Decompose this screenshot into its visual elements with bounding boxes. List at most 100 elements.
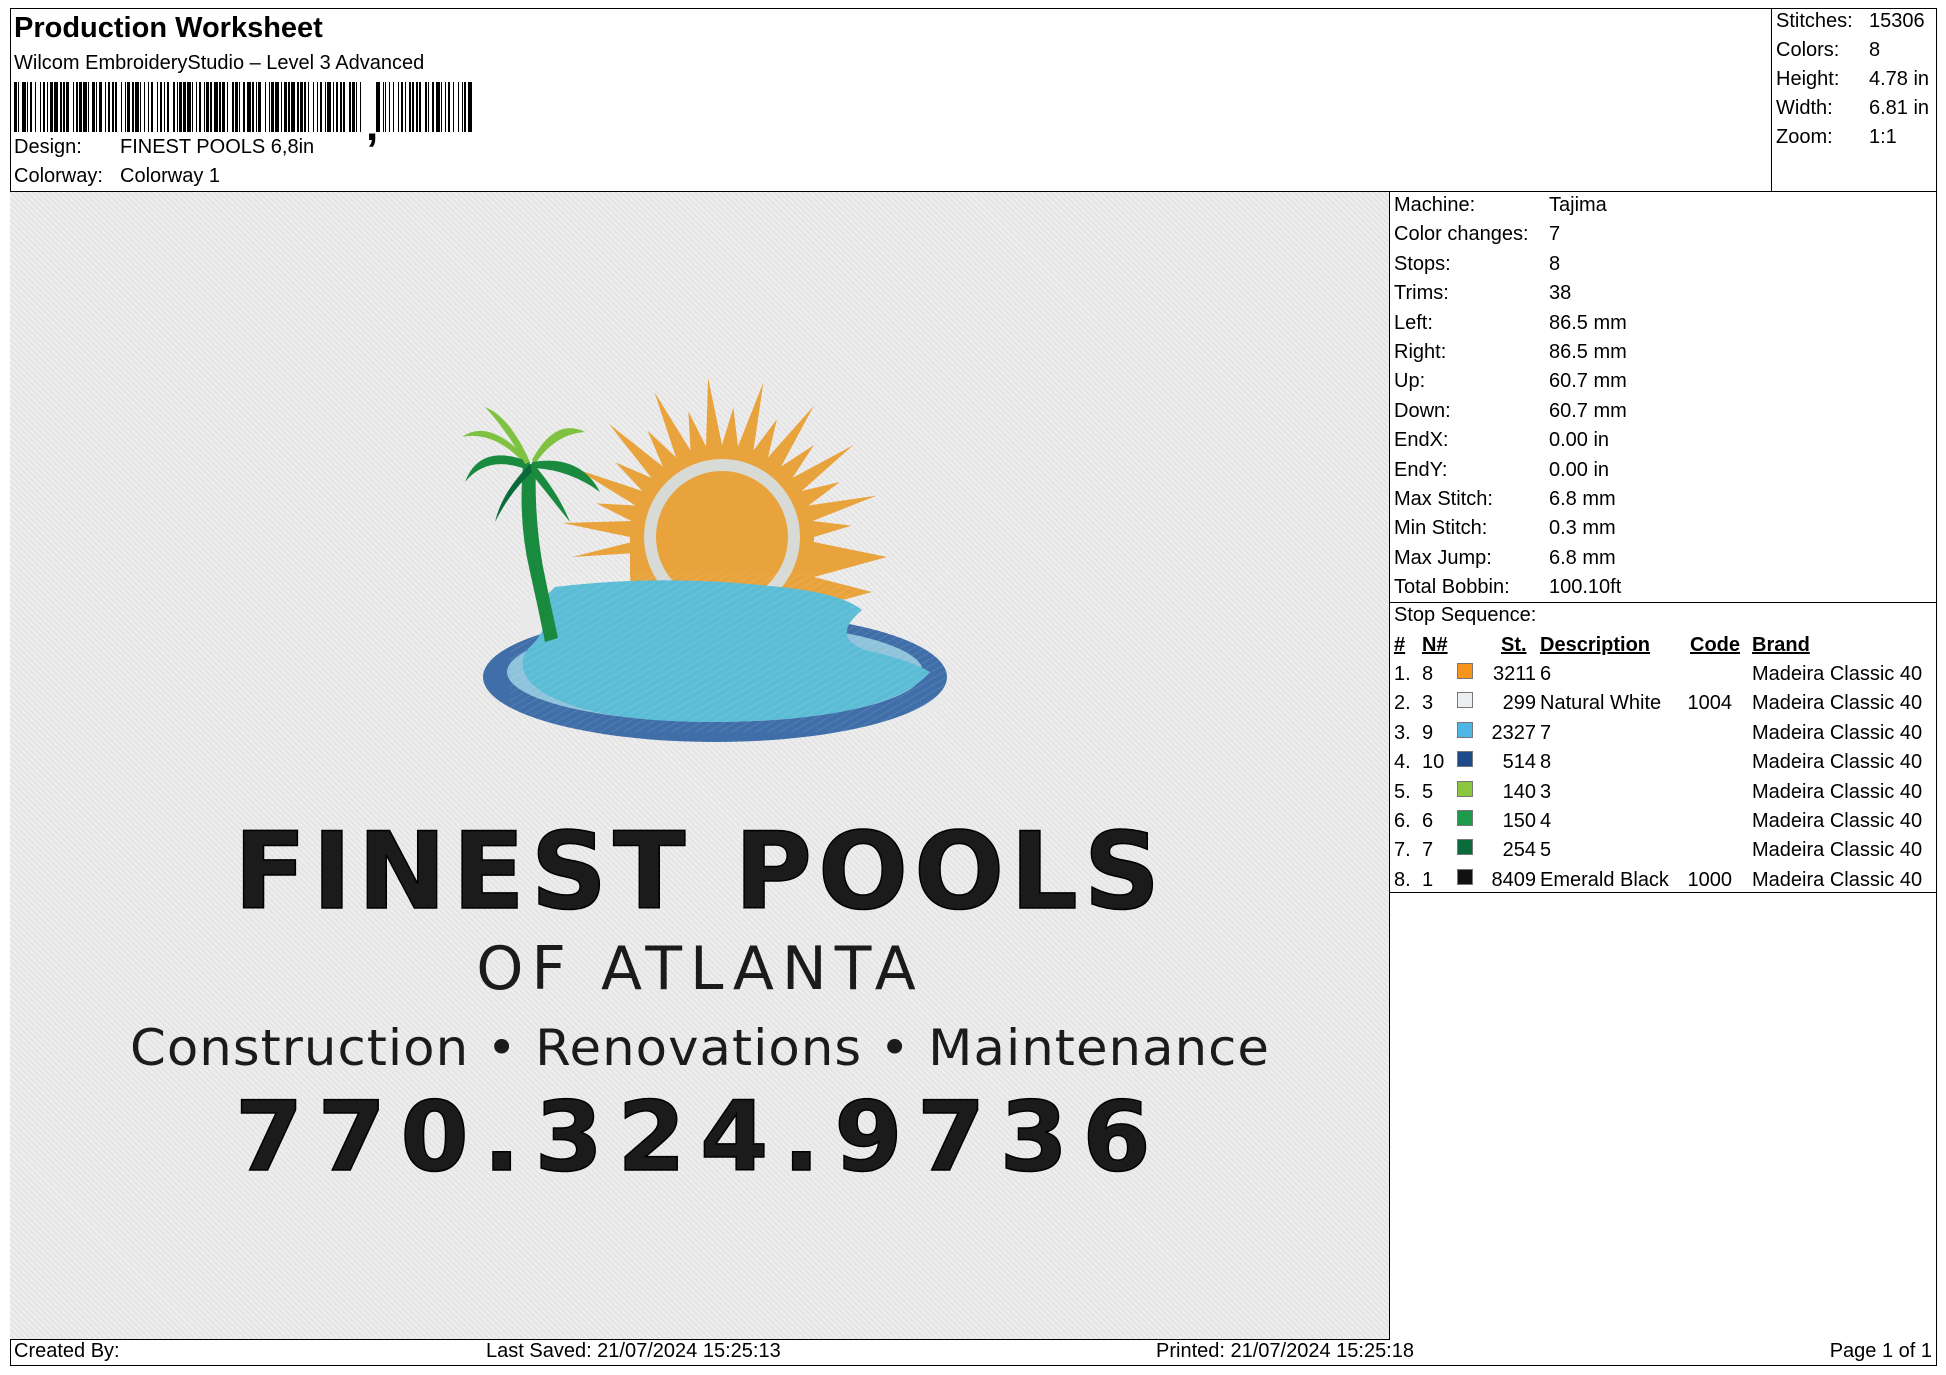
color-swatch	[1457, 721, 1473, 738]
cell-stitches: 254	[1502, 839, 1536, 862]
barcode-bar	[412, 82, 414, 132]
barcode-bar	[290, 82, 295, 132]
barcode-bar	[457, 82, 460, 132]
info-value: 6.8 mm	[1549, 488, 1616, 510]
barcode-bar	[400, 82, 404, 132]
barcode: ,	[14, 82, 473, 148]
barcode-bar	[159, 82, 163, 132]
barcode-bar	[288, 82, 290, 132]
design-text-phone: 770.324.9736	[235, 1081, 1165, 1193]
barcode-bar	[172, 82, 176, 132]
cell-description: Natural White	[1540, 692, 1662, 715]
col-header-needle: N#	[1422, 634, 1448, 656]
barcode-bar	[79, 82, 82, 132]
stop-sequence-title: Stop Sequence:	[1394, 604, 1537, 626]
info-label: Total Bobbin:	[1394, 576, 1510, 599]
machine-info-row: Up: 60.7 mm	[1394, 370, 1627, 393]
barcode-bar	[92, 82, 95, 132]
design-row: Design: FINEST POOLS 6,8in	[14, 136, 314, 159]
barcode-bar	[235, 82, 238, 132]
barcode-bar	[82, 82, 87, 132]
cell-description: 7	[1540, 721, 1552, 744]
cell-description: 3	[1540, 780, 1552, 803]
cell-stitches: 299	[1502, 692, 1536, 715]
last-saved: Last Saved: 21/07/2024 15:25:13	[486, 1340, 781, 1362]
barcode-bar	[132, 82, 134, 132]
barcode-bar	[255, 82, 258, 132]
table-row: 6. 6 150 4 Madeira Classic 40	[1390, 810, 1937, 839]
barcode-bar	[251, 82, 255, 132]
barcode-bar	[342, 82, 346, 132]
barcode-bar	[303, 82, 307, 132]
barcode-bar	[210, 82, 212, 132]
info-value: 8	[1549, 252, 1561, 275]
barcode-bar	[441, 82, 443, 132]
barcode-bar	[66, 82, 69, 132]
cell-description: 6	[1540, 663, 1552, 685]
color-swatch	[1457, 663, 1473, 679]
barcode-bar	[336, 82, 338, 132]
info-value: 7	[1549, 223, 1561, 246]
barcode-bar	[214, 82, 219, 132]
cell-stitches: 8409	[1491, 868, 1537, 891]
barcode-bar	[398, 82, 400, 132]
color-swatch	[1457, 839, 1473, 856]
barcode-bar	[111, 82, 115, 132]
info-value: 38	[1549, 282, 1572, 305]
cell-brand: Madeira Classic 40	[1752, 663, 1923, 685]
machine-info-row: Left: 86.5 mm	[1394, 312, 1627, 335]
table-row: 8. 1 8409 Emerald Black 1000 Madeira Classic …	[1390, 868, 1937, 898]
barcode-bar	[376, 82, 380, 132]
barcode-bar	[120, 82, 122, 132]
design-text-city: OF ATLANTA	[476, 934, 924, 1004]
machine-info-row: Max Jump: 6.8 mm	[1394, 547, 1616, 570]
barcode-bar	[127, 82, 130, 132]
cell-brand: Madeira Classic 40	[1752, 721, 1923, 744]
barcode-bar	[264, 82, 267, 132]
barcode-bar	[313, 82, 315, 132]
barcode-bar	[14, 82, 17, 132]
cell-brand: Madeira Classic 40	[1752, 839, 1923, 862]
barcode-bar	[34, 82, 37, 132]
barcode-bar	[461, 82, 464, 132]
barcode-bar	[72, 82, 74, 132]
printed-date: Printed: 21/07/2024 15:25:18	[1156, 1340, 1414, 1362]
barcode-bar	[408, 82, 412, 132]
cell-description: 5	[1540, 839, 1552, 862]
cell-brand: Madeira Classic 40	[1752, 780, 1923, 803]
barcode-bar	[444, 82, 447, 132]
info-value: 100.10ft	[1549, 576, 1622, 599]
software-name: Wilcom EmbroideryStudio – Level 3 Advanc…	[14, 52, 425, 74]
design-preview: FINEST POOLS OF ATLANTA Construction • R…	[10, 192, 1390, 1340]
barcode-bar	[198, 82, 202, 132]
barcode-bar	[385, 82, 387, 132]
barcode-bar	[27, 82, 29, 132]
barcode-bar	[88, 82, 90, 132]
barcode-bar	[140, 82, 142, 132]
barcode-bar	[183, 82, 186, 132]
cell-code: 1004	[1687, 692, 1733, 715]
barcode-bar	[349, 82, 351, 132]
table-row: 7. 7 254 5 Madeira Classic 40	[1390, 839, 1937, 868]
barcode-bar	[271, 82, 274, 132]
cell-index: 3.	[1394, 721, 1411, 744]
barcode-bar	[307, 82, 310, 132]
barcode-bar	[50, 82, 53, 132]
info-label: Trims:	[1394, 282, 1449, 305]
machine-info-row: Machine: Tajima	[1394, 194, 1607, 217]
color-swatch	[1457, 780, 1473, 797]
barcode-bar	[464, 82, 466, 132]
stat-colors: Colors: 8	[1776, 39, 1881, 61]
barcode-bar	[21, 82, 26, 132]
barcode-bar	[59, 82, 63, 132]
barcode-bar	[95, 82, 98, 132]
page-number: Page 1 of 1	[1829, 1340, 1932, 1362]
colorway-label: Colorway:	[14, 165, 103, 187]
cell-needle: 3	[1422, 692, 1434, 715]
barcode-bar	[404, 82, 406, 132]
barcode-bar	[428, 82, 430, 132]
colorway-row: Colorway: Colorway 1	[14, 165, 220, 188]
embroidery-artwork: FINEST POOLS OF ATLANTA Construction • R…	[130, 377, 1269, 1194]
divider	[1390, 602, 1937, 603]
info-label: Color changes:	[1394, 223, 1529, 246]
